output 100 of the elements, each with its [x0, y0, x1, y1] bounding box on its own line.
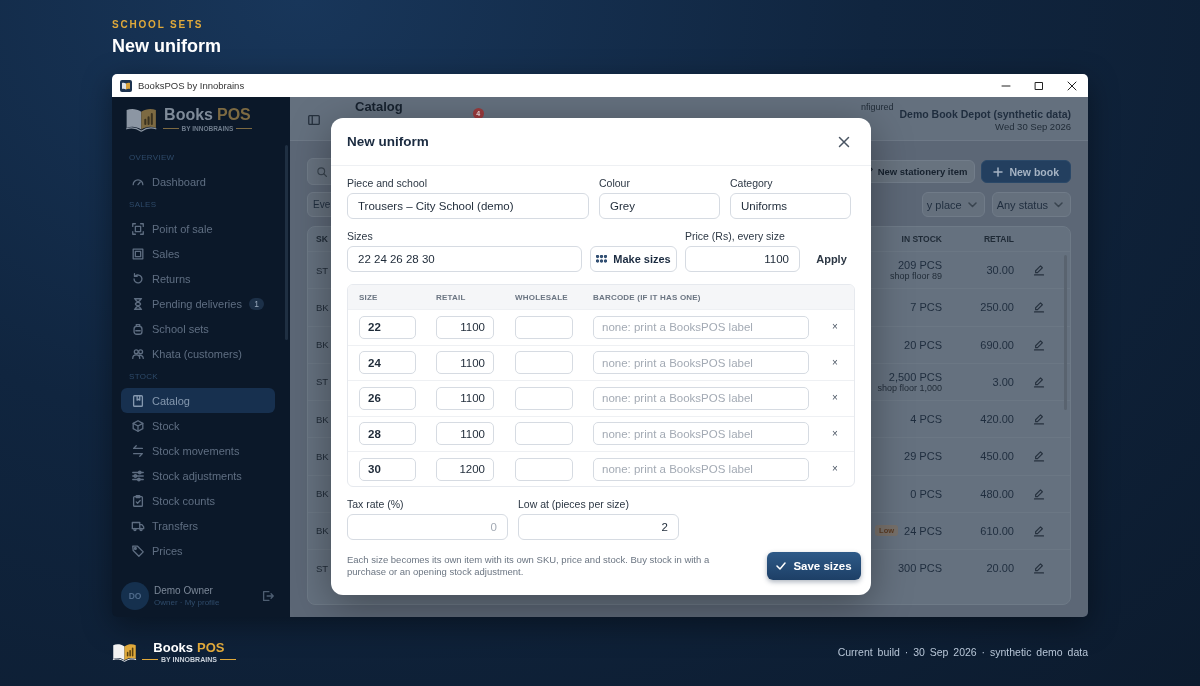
barcode-field[interactable]: none: print a BooksPOS label: [593, 315, 809, 339]
retail-field[interactable]: 1100: [436, 386, 494, 410]
make-sizes-button[interactable]: Make sizes: [590, 246, 677, 272]
wholesale-field[interactable]: [515, 351, 573, 375]
date-label: Wed 30 Sep 2026: [994, 121, 1071, 132]
sliders-icon: [131, 468, 145, 483]
sidebar-item[interactable]: Transfers: [121, 513, 275, 538]
logout-icon[interactable]: [261, 589, 275, 603]
size-field[interactable]: 26: [359, 386, 416, 410]
barcode-field[interactable]: none: print a BooksPOS label: [593, 422, 809, 446]
retail-field[interactable]: 1100: [436, 351, 494, 375]
retail-field[interactable]: 1100: [436, 315, 494, 339]
new-book-button[interactable]: New book: [981, 160, 1071, 183]
size-field[interactable]: 30: [359, 457, 416, 481]
barcode-field[interactable]: none: print a BooksPOS label: [593, 351, 809, 375]
grid-icon: [596, 255, 608, 263]
size-field[interactable]: 22: [359, 315, 416, 339]
price-cell-text: 250.00: [979, 301, 1014, 314]
sidebar-item[interactable]: Khata (customers): [121, 341, 275, 366]
box-icon: [131, 418, 145, 433]
sku-cell: BK: [316, 301, 329, 313]
edit-icon[interactable]: [1033, 301, 1045, 314]
check-icon: [776, 562, 787, 570]
field-label: Tax rate (%): [347, 497, 405, 511]
text-field[interactable]: Trousers – City School (demo): [347, 193, 589, 219]
wholesale-field[interactable]: [515, 315, 573, 339]
page-title: New uniform: [112, 35, 222, 57]
retail-field[interactable]: 1200: [436, 457, 494, 481]
low-at-field[interactable]: 2: [518, 514, 679, 540]
sidebar-item[interactable]: Stock movements: [121, 438, 275, 463]
user-name: Demo Owner: [154, 585, 214, 596]
remove-button[interactable]: ×: [832, 393, 838, 404]
close-icon[interactable]: [1066, 80, 1077, 91]
price-cell-text: 610.00: [979, 524, 1014, 537]
size-field[interactable]: 28: [359, 422, 416, 446]
sidebar-toggle-icon[interactable]: [307, 113, 321, 127]
arrows-icon: [131, 443, 145, 458]
size-field[interactable]: 24: [359, 351, 416, 375]
hourglass-icon: [131, 296, 145, 311]
clipboard-check-icon: [131, 493, 145, 508]
sidebar-item[interactable]: Pending deliveries 1: [121, 291, 275, 316]
barcode-field[interactable]: none: print a BooksPOS label: [593, 457, 809, 481]
help-text: Each size becomes its own item with its own SKU, price and stock. Buy stock in with a purchase or an opening stock adjustment.: [347, 554, 711, 578]
price-cell-text: 480.00: [979, 487, 1014, 500]
sku-cell: BK: [316, 413, 329, 425]
sidebar-item[interactable]: Stock adjustments: [121, 463, 275, 488]
sku-cell: BK: [316, 339, 329, 351]
remove-button[interactable]: ×: [832, 322, 838, 333]
dialog-title: New uniform: [347, 134, 429, 149]
stock-count: 2,500 PCS: [888, 370, 942, 383]
logo-accent: POS: [197, 641, 225, 654]
wholesale-field[interactable]: [515, 422, 573, 446]
tax-field[interactable]: 0: [347, 514, 508, 540]
field-label: Price (Rs), every size: [685, 229, 786, 243]
text-field[interactable]: Grey: [599, 193, 720, 219]
retail-field[interactable]: 1100: [436, 422, 494, 446]
sidebar-item[interactable]: School sets: [121, 316, 275, 341]
edit-icon[interactable]: [1033, 562, 1045, 575]
price-cell-text: 20.00: [985, 562, 1014, 575]
edit-icon[interactable]: [1033, 450, 1045, 463]
edit-icon[interactable]: [1033, 413, 1045, 426]
sidebar-item[interactable]: Sales: [121, 241, 275, 266]
edit-icon[interactable]: [1033, 487, 1045, 500]
sidebar-item[interactable]: Dashboard: [121, 169, 275, 194]
chevron-down-icon: [967, 201, 977, 208]
wholesale-field[interactable]: [515, 457, 573, 481]
text-field[interactable]: Uniforms: [730, 193, 851, 219]
remove-button[interactable]: ×: [832, 464, 838, 475]
sidebar-item[interactable]: Stock counts: [121, 488, 275, 513]
app-icon: [120, 79, 132, 92]
field-label: Colour: [599, 176, 631, 190]
close-icon[interactable]: [838, 135, 850, 148]
price-cell-text: 690.00: [979, 338, 1014, 351]
sidebar-item[interactable]: Catalog: [121, 388, 275, 413]
edit-icon[interactable]: [1033, 338, 1045, 351]
edit-icon[interactable]: [1033, 264, 1045, 277]
edit-icon[interactable]: [1033, 375, 1045, 388]
column-header: RETAIL: [983, 234, 1014, 244]
tag-icon: [131, 543, 145, 558]
apply-button[interactable]: Apply: [808, 246, 855, 272]
field-label: Low at (pieces per size): [518, 497, 630, 511]
sku-cell: BK: [316, 450, 329, 462]
sidebar-item[interactable]: Stock: [121, 413, 275, 438]
sizes-field[interactable]: 22 24 26 28 30: [347, 246, 582, 272]
book-logo-icon: [125, 106, 158, 132]
wholesale-field[interactable]: [515, 386, 573, 410]
column-header: IN STOCK: [901, 234, 942, 244]
sku-cell: ST: [316, 562, 329, 574]
edit-icon[interactable]: [1033, 524, 1045, 537]
column-header: BARCODE (IF IT HAS ONE): [593, 292, 702, 302]
chevron-down-icon: [1054, 201, 1063, 208]
section-label: SALES: [128, 199, 158, 211]
save-button[interactable]: Save sizes: [767, 552, 861, 580]
build-info: Current build · 30 Sep 2026 · synthetic demo data: [837, 646, 1088, 658]
barcode-field[interactable]: none: print a BooksPOS label: [593, 386, 809, 410]
remove-button[interactable]: ×: [832, 357, 838, 368]
price-field[interactable]: 1100: [685, 246, 800, 272]
maximize-icon[interactable]: [1033, 80, 1044, 91]
remove-button[interactable]: ×: [832, 428, 838, 439]
price-cell-text: 450.00: [979, 450, 1014, 463]
